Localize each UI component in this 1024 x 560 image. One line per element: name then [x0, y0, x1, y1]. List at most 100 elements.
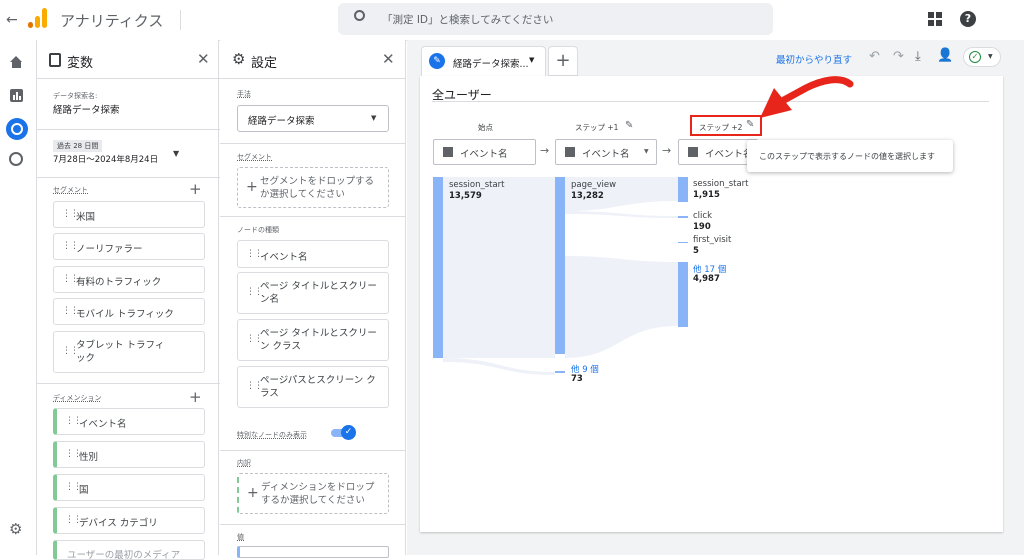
- node-type-label: イベント名: [260, 252, 308, 263]
- analytics-logo-icon: [28, 8, 48, 30]
- dimension-label: ユーザーの最初のメディア: [67, 550, 181, 560]
- status-check-icon: ✓: [969, 51, 981, 63]
- tab-path-exploration[interactable]: ✎ 経路データ探索... ▼: [421, 46, 546, 76]
- segment-label: モバイル トラフィック: [76, 309, 174, 320]
- advertising-icon[interactable]: [9, 152, 23, 166]
- divider: [37, 383, 220, 384]
- variables-panel: 変数 ✕ データ探索名: 経路データ探索 過去 28 日間 7月28日～2024…: [36, 40, 220, 560]
- back-arrow-icon[interactable]: ←: [6, 12, 18, 28]
- segment-chip[interactable]: ⋮⋮ ノーリファラー: [53, 233, 205, 260]
- annotation-arrow: [760, 76, 854, 118]
- segment-label: タブレット トラフィック: [76, 340, 165, 364]
- technique-label: 手法: [237, 90, 251, 98]
- node-name: click: [693, 211, 712, 221]
- date-range-text: 7月28日～2024年8月24日: [53, 155, 159, 165]
- variables-icon: [49, 53, 61, 67]
- node-value: 4,987: [693, 274, 720, 284]
- add-segment-icon[interactable]: +: [189, 180, 202, 198]
- divider: [220, 524, 406, 525]
- dropdown-arrow-icon: ▼: [371, 114, 377, 122]
- node-type-label: ページ タイトルとスクリーン名: [260, 281, 377, 305]
- date-range-selector[interactable]: 過去 28 日間 7月28日～2024年8月24日 ▼: [53, 140, 203, 166]
- values-dropzone[interactable]: [237, 546, 389, 558]
- tab-dropdown-icon[interactable]: ▼: [529, 56, 534, 64]
- node-type-label: ノードの種類: [237, 226, 279, 234]
- reset-button[interactable]: 最初からやり直す: [776, 52, 852, 66]
- share-person-icon[interactable]: 👤: [937, 48, 953, 63]
- settings-gear-icon[interactable]: ⚙: [9, 520, 22, 538]
- segments-label: セグメント: [53, 186, 88, 194]
- search-icon: [354, 10, 365, 21]
- segment-label: ノーリファラー: [76, 244, 143, 255]
- search-input[interactable]: 「測定 ID」と検索してみてください: [382, 12, 553, 27]
- help-icon[interactable]: ?: [960, 11, 976, 27]
- segment-chip[interactable]: ⋮⋮ 有料のトラフィック: [53, 266, 205, 293]
- node-bar-other-step1[interactable]: [555, 371, 565, 373]
- values-label: 値: [237, 533, 244, 541]
- top-bar: ← アナリティクス 「測定 ID」と検索してみてください ?: [0, 0, 1024, 40]
- dimension-chip[interactable]: ⋮⋮ 国: [53, 474, 205, 501]
- dimension-chip[interactable]: ユーザーの最初のメディア: [53, 540, 205, 560]
- breakdown-label: 内訳: [237, 459, 251, 467]
- status-dropdown-icon: ▼: [988, 53, 993, 60]
- segment-chip[interactable]: ⋮⋮ モバイル トラフィック: [53, 298, 205, 325]
- dimension-label: 国: [79, 485, 89, 496]
- node-bar-page-view[interactable]: [555, 177, 565, 354]
- dimension-label: 性別: [79, 452, 99, 463]
- node-value: 73: [571, 374, 583, 384]
- node-type-chip[interactable]: ⋮⋮ ページ タイトルとスクリーン クラス: [237, 319, 389, 361]
- status-menu[interactable]: ✓ ▼: [963, 47, 1001, 67]
- technique-select[interactable]: 経路データ探索 ▼: [237, 105, 389, 132]
- visualization-card: 全ユーザー 始点 ステップ +1 ✎ ステップ +2 ✎ イベント名 → イベン…: [420, 76, 1003, 532]
- search-bar[interactable]: 「測定 ID」と検索してみてください: [338, 3, 773, 35]
- flow-links: [443, 177, 678, 375]
- node-name: page_view: [571, 180, 617, 190]
- segment-chip[interactable]: ⋮⋮ タブレット トラフィック: [53, 331, 205, 373]
- apps-grid-icon[interactable]: [928, 12, 942, 26]
- undo-icon[interactable]: ↶: [869, 49, 880, 64]
- add-icon: +: [246, 179, 258, 195]
- home-icon[interactable]: [10, 56, 23, 68]
- node-bar-other-step2[interactable]: [678, 262, 688, 327]
- exploration-name-input[interactable]: 経路データ探索: [53, 102, 120, 116]
- node-type-chip[interactable]: ⋮⋮ ページパスとスクリーン クラス: [237, 366, 389, 408]
- dimension-chip[interactable]: ⋮⋮ イベント名: [53, 408, 205, 435]
- unique-nodes-label: 特別なノードのみ表示: [237, 431, 307, 439]
- node-type-chip[interactable]: ⋮⋮ ページ タイトルとスクリーン名: [237, 272, 389, 314]
- divider: [37, 177, 220, 178]
- dimension-chip[interactable]: ⋮⋮ デバイス カテゴリ: [53, 507, 205, 534]
- add-tab-button[interactable]: +: [548, 46, 578, 76]
- add-icon: +: [247, 485, 259, 501]
- exploration-name-label: データ探索名:: [53, 92, 98, 100]
- node-name: first_visit: [693, 235, 732, 245]
- node-bar-session-start[interactable]: [433, 177, 443, 358]
- segment-dropzone[interactable]: + セグメントをドロップするか選択してください: [237, 167, 389, 208]
- node-bar-click[interactable]: [678, 216, 688, 218]
- node-value: 190: [693, 222, 711, 232]
- node-value: 13,282: [571, 191, 604, 201]
- divider: [220, 78, 406, 79]
- divider: [37, 129, 220, 130]
- download-icon[interactable]: ⤓: [915, 49, 921, 64]
- node-bar-first-visit[interactable]: [678, 242, 688, 243]
- unique-nodes-toggle[interactable]: ✓: [331, 425, 356, 440]
- dimension-label: イベント名: [79, 419, 127, 430]
- flow-link-start-other: [443, 358, 555, 375]
- title-divider: [180, 10, 181, 30]
- flow-link-start-step1: [443, 177, 555, 358]
- redo-icon[interactable]: ↷: [893, 49, 904, 64]
- reports-icon[interactable]: [10, 89, 23, 102]
- explore-icon[interactable]: [6, 118, 28, 140]
- flow-link-step1-click: [565, 211, 678, 218]
- close-settings-icon[interactable]: ✕: [382, 50, 395, 68]
- segment-label: 米国: [76, 212, 96, 223]
- breakdown-dropzone[interactable]: + ディメンションをドロップするか選択してください: [237, 473, 389, 514]
- add-dimension-icon[interactable]: +: [189, 388, 202, 406]
- node-type-chip[interactable]: ⋮⋮ イベント名: [237, 240, 389, 268]
- tab-label: 経路データ探索...: [453, 59, 529, 70]
- dimension-chip[interactable]: ⋮⋮ 性別: [53, 441, 205, 468]
- segment-chip[interactable]: ⋮⋮ 米国: [53, 201, 205, 228]
- node-bar-session-start-step2[interactable]: [678, 177, 688, 202]
- variables-title: 変数: [67, 56, 94, 71]
- close-variables-icon[interactable]: ✕: [197, 50, 210, 68]
